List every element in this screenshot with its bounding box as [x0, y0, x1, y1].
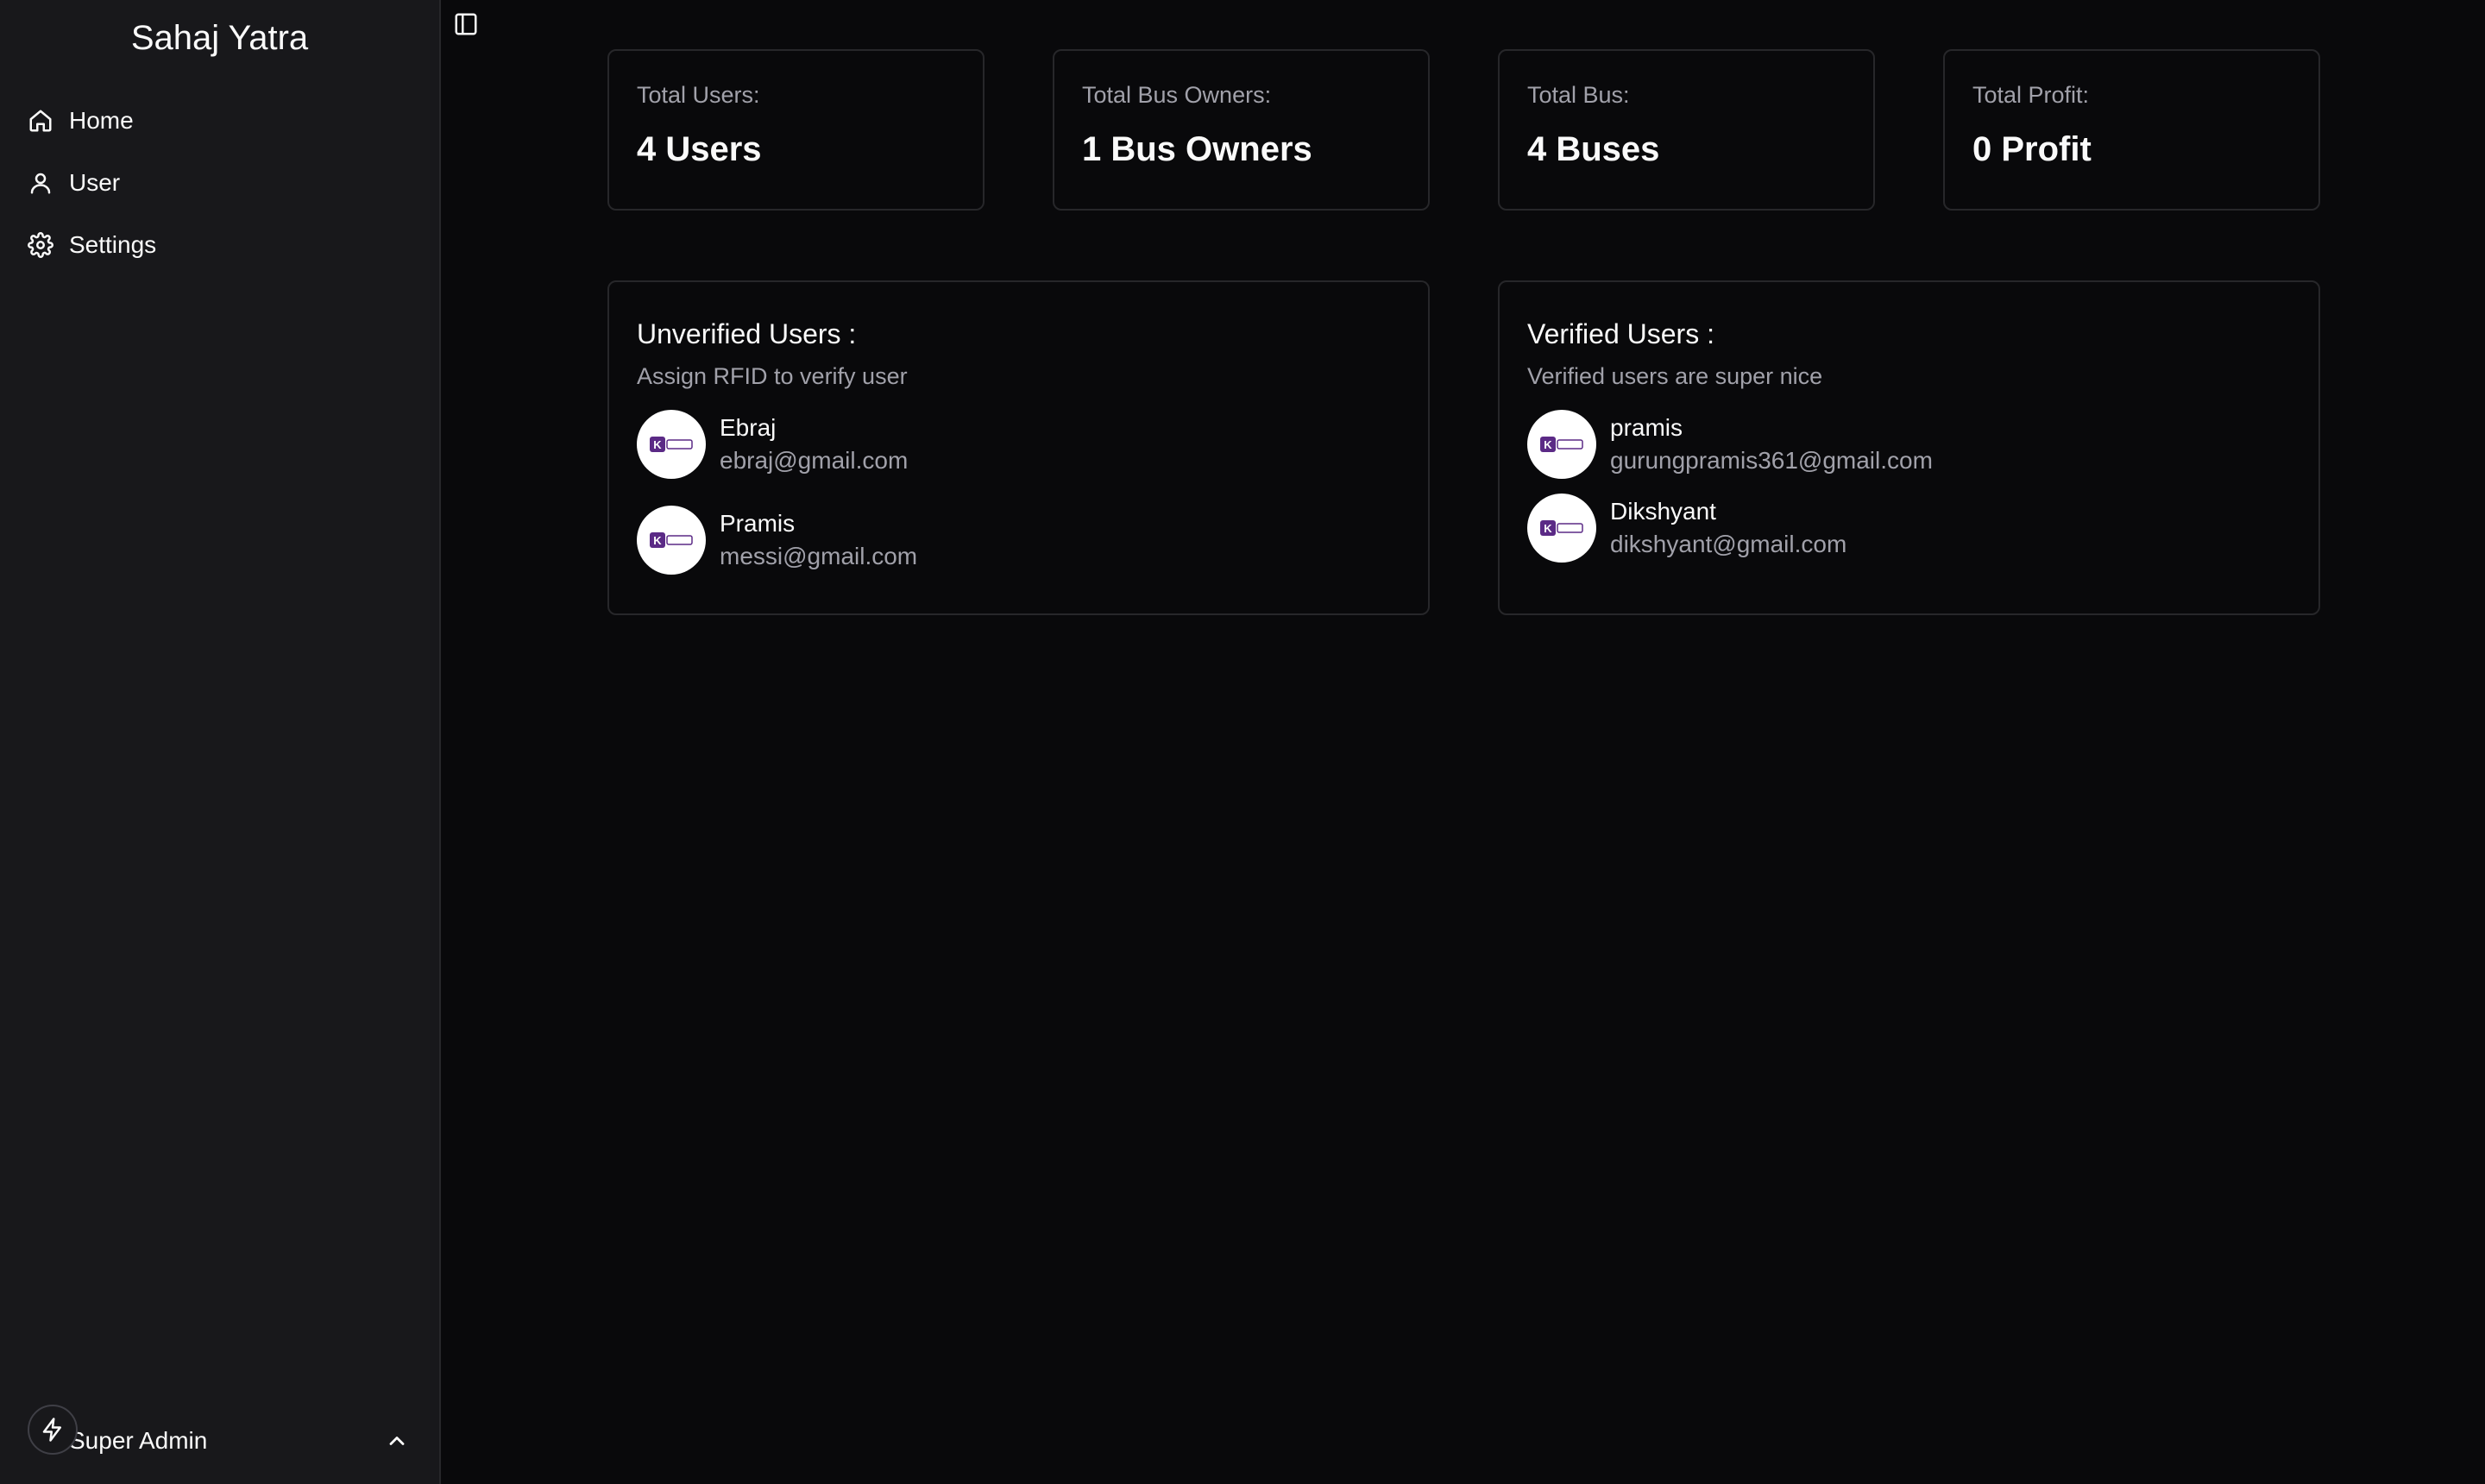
bolt-button[interactable] [28, 1405, 78, 1455]
svg-text:K: K [1544, 438, 1552, 451]
sidebar-nav: Home User Settings [12, 93, 426, 280]
sidebar-item-user[interactable]: User [12, 155, 426, 211]
stat-value: 1 Bus Owners [1082, 130, 1312, 168]
svg-text:K: K [1544, 522, 1552, 535]
avatar: K [637, 506, 706, 575]
svg-text:K: K [653, 534, 662, 547]
sidebar-item-label: User [69, 169, 121, 196]
user-name: pramis [1610, 414, 1683, 441]
user-icon [30, 173, 51, 194]
stat-value: 4 Buses [1527, 130, 1660, 168]
user-info: pramis gurungpramis361@gmail.com [1610, 412, 1933, 477]
panel-left-icon [455, 13, 477, 35]
stat-card-buses: Total Bus: 4 Buses [1498, 49, 1875, 211]
brand-logo-icon: K [1540, 520, 1583, 536]
list-item[interactable]: K pramis gurungpramis361@gmail.com [1527, 410, 2291, 479]
user-name: Dikshyant [1610, 498, 1716, 525]
stat-label: Total Users: [637, 82, 760, 108]
bolt-icon [42, 1418, 61, 1442]
account-label: Super Admin [69, 1427, 208, 1454]
stat-label: Total Bus Owners: [1082, 82, 1272, 108]
sidebar-item-settings[interactable]: Settings [12, 217, 426, 273]
stat-card-users: Total Users: 4 Users [607, 49, 985, 211]
brand-logo-icon: K [650, 437, 693, 452]
stat-card-profit: Total Profit: 0 Profit [1943, 49, 2320, 211]
chevron-up-icon [389, 1437, 405, 1445]
card-subtitle: Verified users are super nice [1527, 363, 1823, 389]
sidebar-item-label: Settings [69, 231, 157, 258]
sidebar-item-home[interactable]: Home [12, 93, 426, 148]
user-name: Ebraj [720, 414, 777, 441]
card-title: Verified Users : [1527, 318, 1714, 349]
list-item[interactable]: K Pramis messi@gmail.com [637, 506, 1400, 575]
brand-logo-icon: K [1540, 437, 1583, 452]
avatar: K [1527, 410, 1596, 479]
home-icon [29, 110, 52, 132]
list-item[interactable]: K Ebraj ebraj@gmail.com [637, 410, 1400, 479]
stat-label: Total Bus: [1527, 82, 1630, 108]
app-root: Sahaj Yatra Home User Settings Super Adm… [0, 0, 2485, 1484]
card-title: Unverified Users : [637, 318, 857, 349]
stat-value: 0 Profit [1972, 130, 2092, 168]
avatar: K [637, 410, 706, 479]
user-info: Dikshyant dikshyant@gmail.com [1610, 495, 1846, 561]
sidebar-toggle-button[interactable] [452, 10, 480, 38]
gear-icon [28, 232, 53, 258]
brand-logo-icon: K [650, 532, 693, 548]
sidebar: Sahaj Yatra Home User Settings Super Adm… [0, 0, 441, 1484]
user-name: Pramis [720, 510, 796, 537]
user-email: gurungpramis361@gmail.com [1610, 447, 1933, 474]
user-info: Pramis messi@gmail.com [720, 507, 917, 573]
user-info: Ebraj ebraj@gmail.com [720, 412, 908, 477]
user-email: messi@gmail.com [720, 543, 918, 569]
sidebar-item-label: Home [69, 107, 134, 134]
stat-value: 4 Users [637, 130, 762, 168]
brand-title: Sahaj Yatra [130, 19, 309, 57]
user-list: K pramis gurungpramis361@gmail.com K Dik… [1527, 410, 2291, 563]
user-email: dikshyant@gmail.com [1610, 531, 1847, 557]
stat-card-bus-owners: Total Bus Owners: 1 Bus Owners [1053, 49, 1430, 211]
user-list: K Ebraj ebraj@gmail.com K Pramis messi@g… [637, 410, 1400, 575]
svg-text:K: K [653, 438, 662, 451]
avatar: K [1527, 494, 1596, 563]
card-subtitle: Assign RFID to verify user [637, 363, 908, 389]
user-email: ebraj@gmail.com [720, 447, 909, 474]
list-item[interactable]: K Dikshyant dikshyant@gmail.com [1527, 494, 2291, 563]
verified-users-card: Verified Users : Verified users are supe… [1498, 280, 2320, 615]
stat-label: Total Profit: [1972, 82, 2090, 108]
unverified-users-card: Unverified Users : Assign RFID to verify… [607, 280, 1430, 615]
